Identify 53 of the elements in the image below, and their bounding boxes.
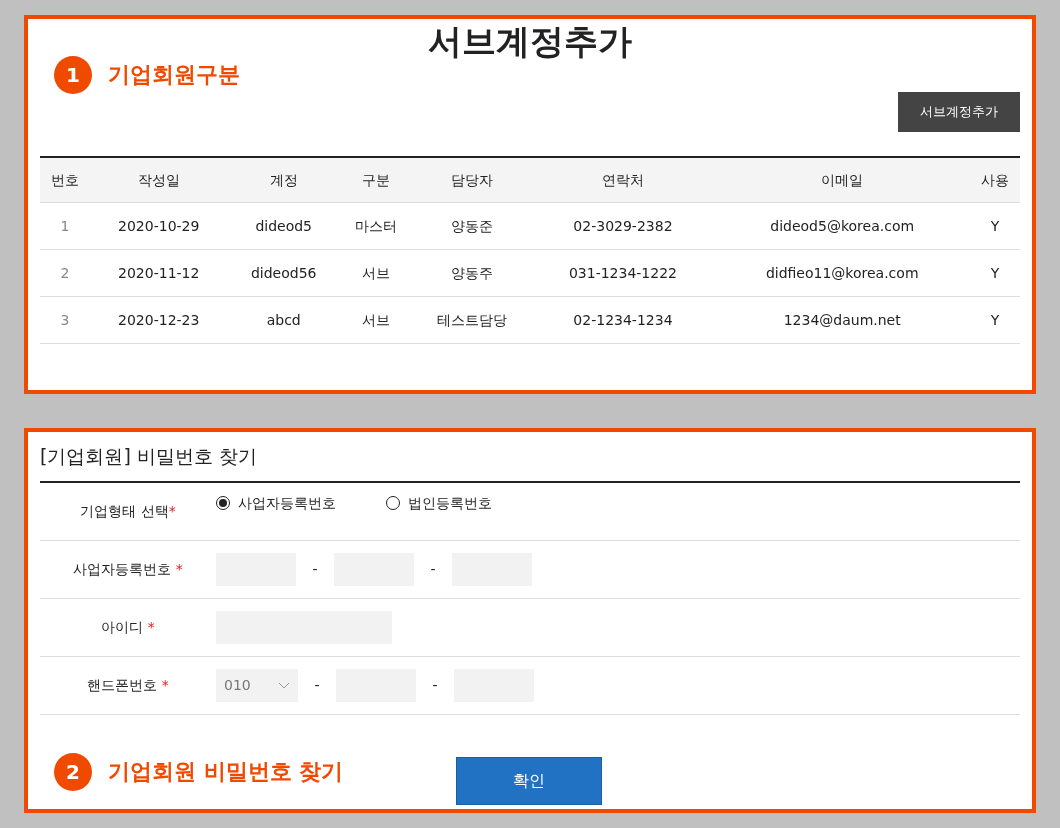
table-cell: 2 bbox=[40, 249, 90, 297]
table-cell: 2020-11-12 bbox=[89, 249, 228, 297]
column-header: 이메일 bbox=[714, 156, 971, 203]
add-sub-account-button[interactable]: 서브계정추가 bbox=[898, 91, 1020, 132]
table-cell: 서브 bbox=[339, 249, 413, 297]
callout-label: 기업회원 비밀번호 찾기 bbox=[108, 758, 344, 786]
table-cell: 02-1234-1234 bbox=[531, 296, 715, 344]
table-cell: Y bbox=[970, 202, 1020, 250]
table-cell: 2020-12-23 bbox=[89, 296, 228, 344]
table-cell: 1 bbox=[40, 202, 90, 250]
table-cell: 마스터 bbox=[339, 202, 413, 250]
column-header: 작성일 bbox=[89, 156, 228, 203]
step-number-badge: 2 bbox=[54, 752, 92, 791]
column-header: 번호 bbox=[40, 156, 90, 203]
field-label: 기업형태 선택* bbox=[80, 502, 176, 519]
phone-prefix-select[interactable]: 010 bbox=[216, 668, 298, 702]
table-cell: dideod5 bbox=[227, 202, 340, 250]
table-cell: dideod5@korea.com bbox=[714, 202, 971, 250]
table-cell: 양동준 bbox=[412, 202, 532, 250]
table-cell: abcd bbox=[227, 296, 340, 344]
chevron-down-icon bbox=[278, 681, 290, 689]
table-cell: 031-1234-1222 bbox=[531, 249, 715, 297]
table-cell: 테스트담당 bbox=[412, 296, 532, 344]
dash-separator: - bbox=[431, 675, 439, 695]
radio-label: 법인등록번호 bbox=[408, 493, 492, 513]
table-cell: 2020-10-29 bbox=[89, 202, 228, 250]
column-header: 계정 bbox=[227, 156, 340, 203]
confirm-button[interactable]: 확인 bbox=[456, 756, 602, 805]
table-cell: Y bbox=[970, 296, 1020, 344]
callout-label: 기업회원구분 bbox=[108, 61, 240, 90]
table-cell: 양동주 bbox=[412, 249, 532, 297]
page-title: 서브계정추가 bbox=[427, 20, 633, 62]
column-header: 구분 bbox=[339, 156, 413, 203]
table-cell: Y bbox=[970, 249, 1020, 297]
column-header: 사용 bbox=[970, 156, 1020, 203]
column-header: 연락처 bbox=[531, 156, 715, 203]
table-cell: 서브 bbox=[339, 296, 413, 344]
table-cell: dideod56 bbox=[227, 249, 340, 297]
column-header: 담당자 bbox=[412, 156, 532, 203]
table-cell: 3 bbox=[40, 296, 90, 344]
dash-separator: - bbox=[313, 675, 321, 695]
field-label: 핸드폰번호 * bbox=[87, 676, 169, 693]
dash-separator: - bbox=[429, 559, 437, 579]
section-title: [기업회원] 비밀번호 찾기 bbox=[40, 432, 1020, 483]
field-label: 아이디 * bbox=[101, 618, 155, 635]
field-label: 사업자등록번호 * bbox=[73, 560, 183, 577]
dash-separator: - bbox=[311, 559, 319, 579]
step-number-badge: 1 bbox=[54, 55, 92, 94]
table-cell: 1234@daum.net bbox=[714, 296, 971, 344]
radio-label: 사업자등록번호 bbox=[238, 493, 336, 513]
table-cell: 02-3029-2382 bbox=[531, 202, 715, 250]
table-cell: didfieo11@korea.com bbox=[714, 249, 971, 297]
select-value: 010 bbox=[224, 675, 251, 695]
